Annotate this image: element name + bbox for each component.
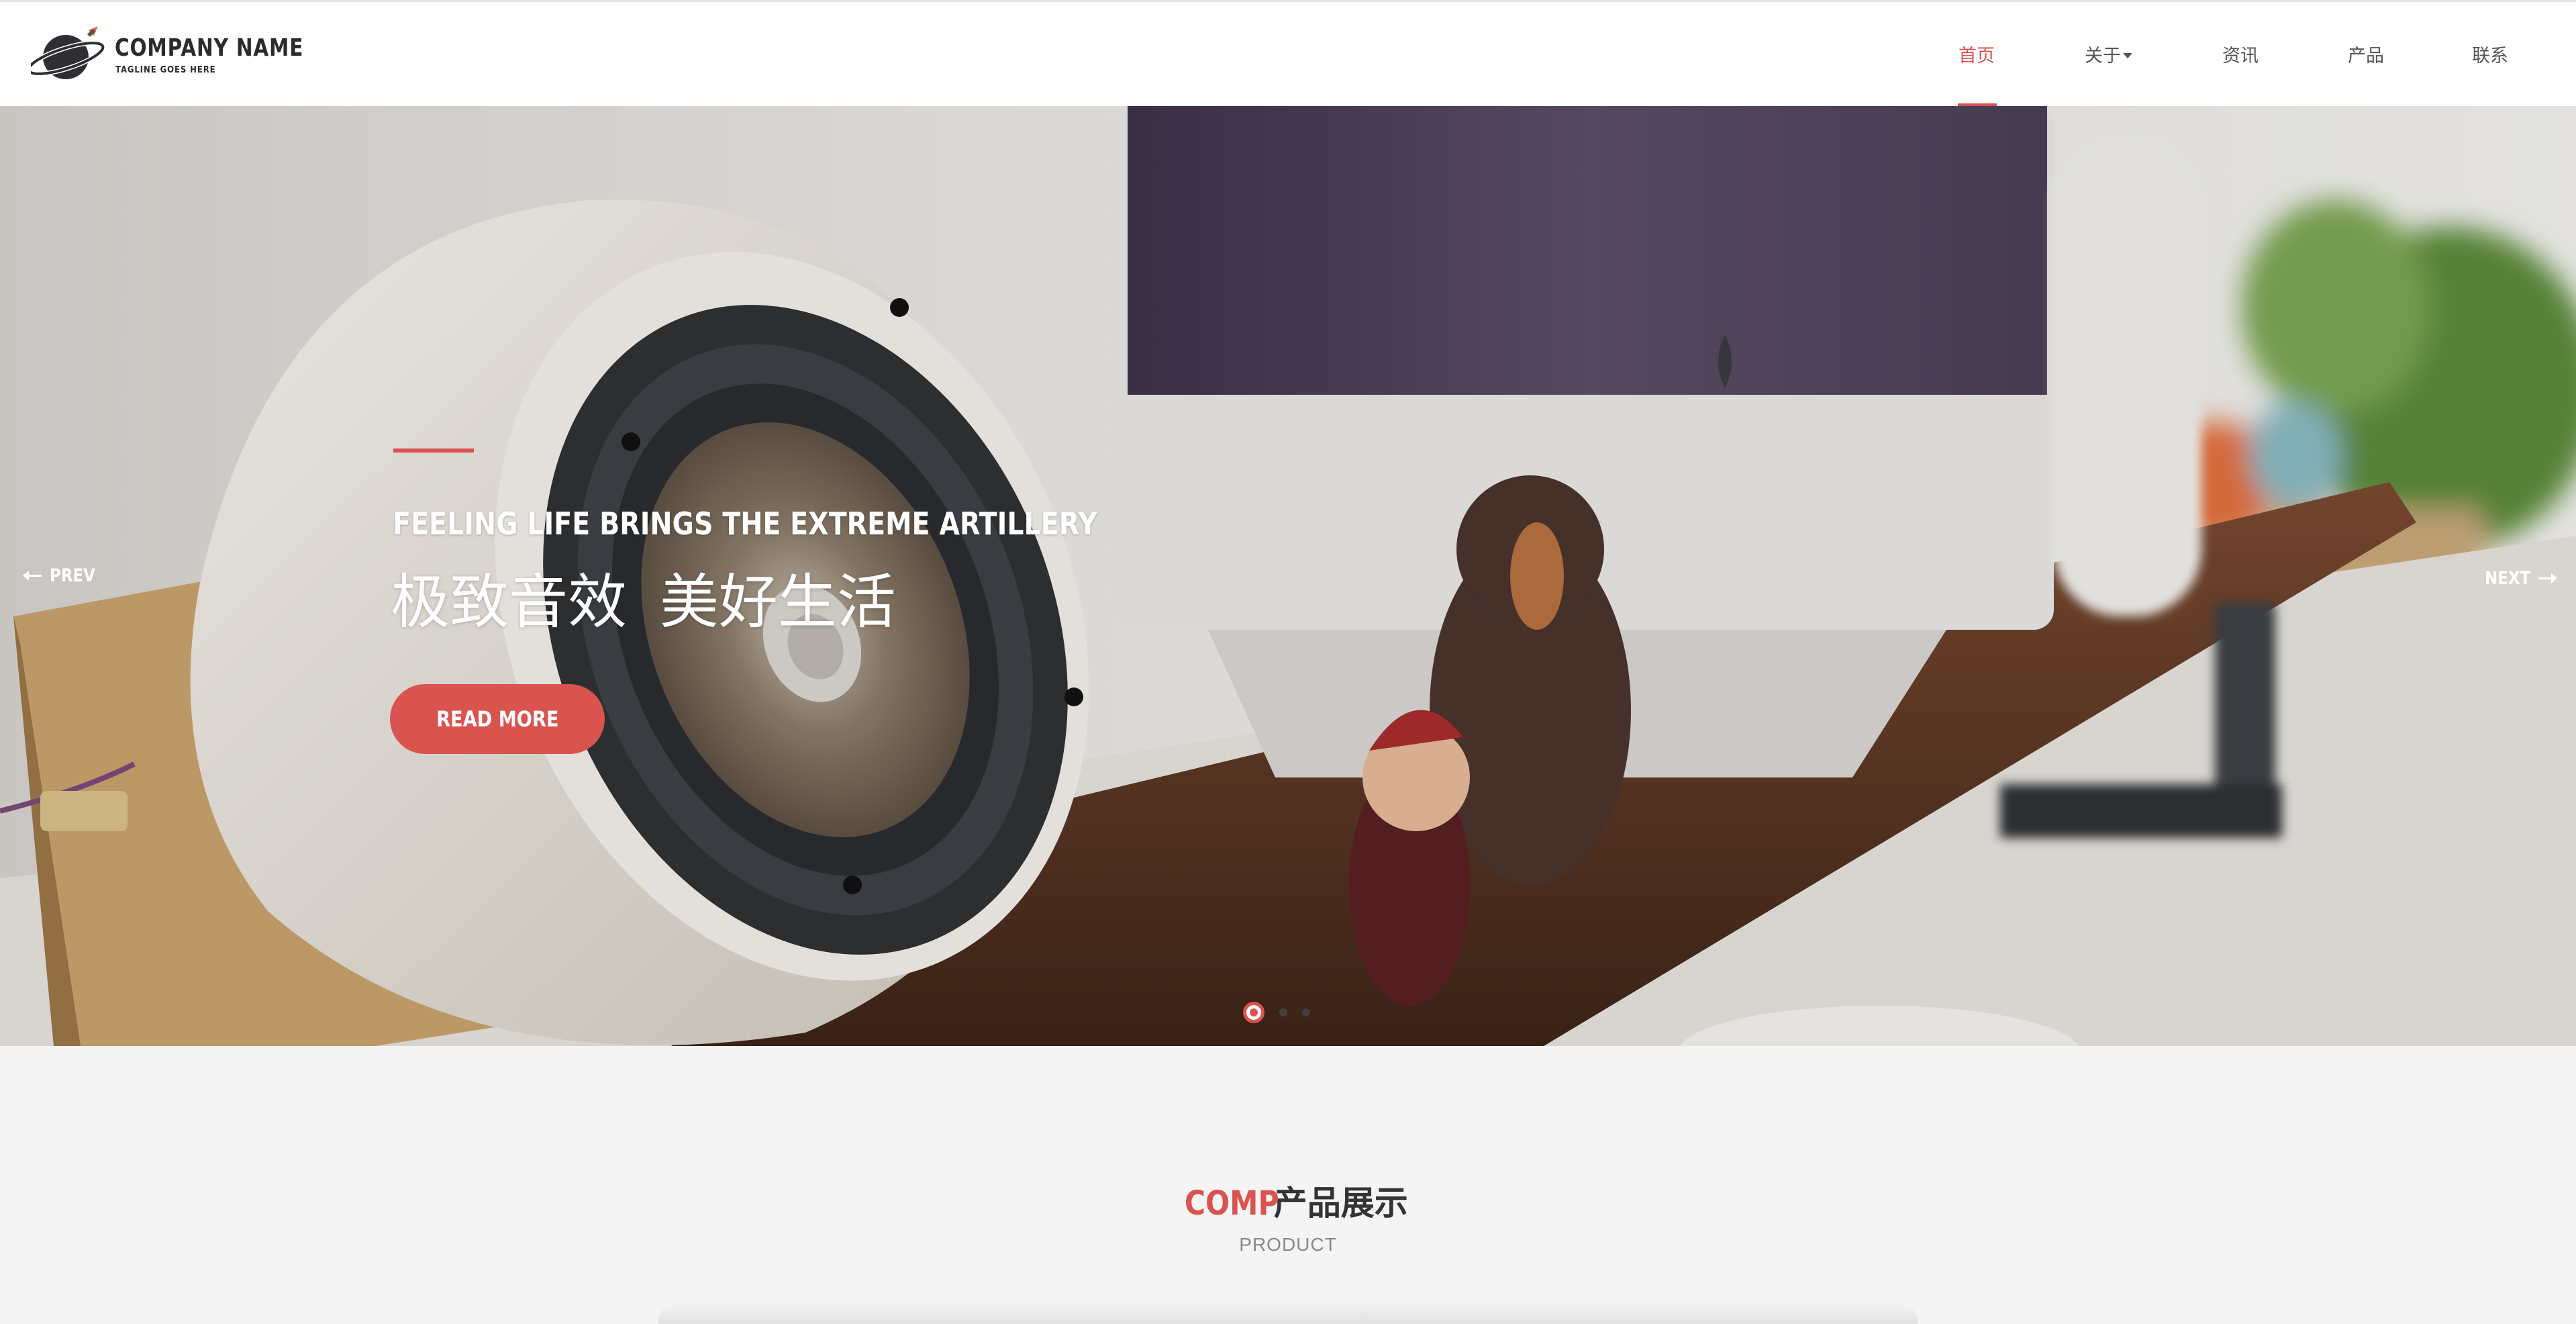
nav-item-about[interactable]: 关于 <box>2085 41 2132 67</box>
hero-accent-line <box>393 448 474 453</box>
company-tagline: TAGLINE GOES HERE <box>115 65 216 75</box>
section-title-accent: COMP <box>1185 1184 1279 1223</box>
nav-item-news[interactable]: 资讯 <box>2222 41 2259 67</box>
company-name: COMPANY NAME <box>115 34 304 62</box>
hero-slider: PREV NEXT FEELING LIFE BRINGS THE EXTREM… <box>0 106 2576 1046</box>
slider-dot[interactable] <box>1279 1008 1287 1016</box>
site-header: COMPANY NAME TAGLINE GOES HERE 首页 关于 资讯 … <box>0 0 2576 108</box>
hero-subtitle: FEELING LIFE BRINGS THE EXTREME ARTILLER… <box>393 506 1097 542</box>
company-logo[interactable]: COMPANY NAME TAGLINE GOES HERE <box>31 25 303 83</box>
hero-title: 极致音效 美好生活 <box>391 569 896 635</box>
nav-item-about-label: 关于 <box>2085 46 2121 66</box>
nav-item-home[interactable]: 首页 <box>1959 41 1995 67</box>
nav-item-products[interactable]: 产品 <box>2348 41 2384 67</box>
next-label: NEXT <box>2484 568 2530 589</box>
section-card-shadow <box>658 1303 1918 1324</box>
section-title-text: 产品展示 <box>1273 1184 1408 1222</box>
arrow-left-icon <box>23 571 42 581</box>
hero-background-image <box>0 106 2576 1046</box>
nav-item-contact[interactable]: 联系 <box>2472 41 2508 67</box>
slider-dot[interactable] <box>1302 1008 1310 1016</box>
slider-pagination <box>1243 1002 1310 1023</box>
caret-down-icon <box>2123 52 2132 58</box>
read-more-label: READ MORE <box>436 706 559 732</box>
read-more-button[interactable]: READ MORE <box>390 684 605 754</box>
arrow-right-icon <box>2538 573 2557 583</box>
prev-slide-button[interactable]: PREV <box>20 565 99 586</box>
section-subtitle: PRODUCT <box>1239 1234 1337 1255</box>
planet-logo-icon <box>31 26 105 79</box>
section-title: COMP产品展示 <box>0 1176 2576 1225</box>
prev-label: PREV <box>49 565 95 586</box>
next-slide-button[interactable]: NEXT <box>2481 568 2560 589</box>
slider-dot[interactable] <box>1243 1002 1265 1023</box>
